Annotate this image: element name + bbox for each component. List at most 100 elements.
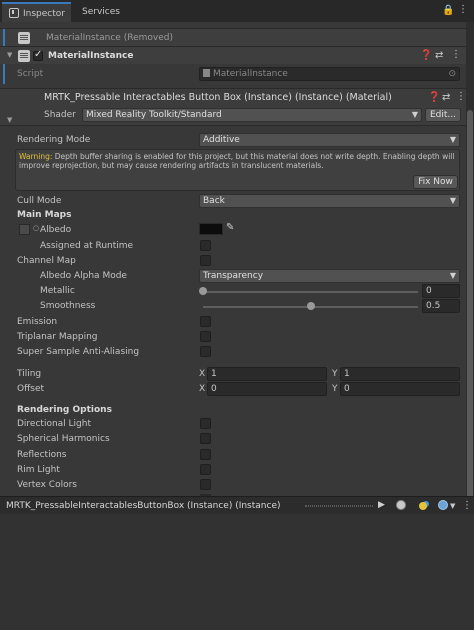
drag-handle[interactable] (305, 505, 373, 507)
spherical-harmonics-toggle[interactable] (200, 433, 211, 444)
chevron-down-icon: ▼ (411, 110, 418, 119)
kebab-menu-icon[interactable]: ⋮ (451, 50, 461, 60)
material-title: MRTK_Pressable Interactables Button Box … (44, 92, 392, 103)
chevron-down-icon[interactable]: ▼ (450, 500, 462, 512)
script-value: MaterialInstance (213, 69, 288, 79)
edit-shader-button[interactable]: Edit... (425, 108, 461, 122)
script-file-icon (203, 69, 210, 77)
metallic-slider-handle[interactable] (199, 287, 207, 295)
help-icon[interactable]: ❓ (428, 93, 440, 103)
rendering-mode-value: Additive (203, 135, 240, 145)
rendering-mode-dropdown[interactable]: Additive ▼ (199, 133, 460, 147)
tab-services[interactable]: Services (76, 2, 126, 22)
chevron-down-icon: ▼ (449, 196, 456, 205)
offset-x-field[interactable]: 0 (207, 382, 327, 396)
info-icon (8, 7, 19, 18)
foldout-arrow-icon[interactable]: ▼ (7, 116, 12, 124)
emission-toggle[interactable] (200, 316, 211, 327)
script-icon (18, 50, 30, 62)
tab-inspector[interactable]: Inspector (2, 2, 71, 22)
reflections-label: Reflections (17, 450, 67, 460)
main-maps-heading: Main Maps (17, 210, 72, 220)
checkmark-icon: ✓ (34, 49, 43, 60)
modified-indicator (3, 64, 5, 84)
preset-icon[interactable]: ⇄ (442, 93, 450, 103)
tab-inspector-label: Inspector (23, 9, 65, 19)
script-field[interactable]: MaterialInstance ⊙ (199, 67, 460, 81)
kebab-menu-icon[interactable]: ⋮ (458, 5, 468, 15)
reflections-toggle[interactable] (200, 449, 211, 460)
offset-label: Offset (17, 384, 45, 394)
kebab-menu-icon[interactable]: ⋮ (462, 500, 474, 512)
metallic-slider-track[interactable] (203, 291, 418, 293)
component-enabled-checkbox[interactable]: ✓ (33, 49, 43, 61)
assigned-at-runtime-label: Assigned at Runtime (40, 241, 134, 251)
ssaa-toggle[interactable] (200, 346, 211, 357)
smoothness-slider-handle[interactable] (306, 302, 315, 310)
rendering-mode-label: Rendering Mode (17, 135, 91, 145)
foldout-arrow-icon[interactable]: ▼ (7, 51, 12, 59)
vertical-scrollbar[interactable] (466, 22, 474, 516)
lock-icon[interactable]: 🔒 (442, 6, 454, 16)
tiling-x-label: X (199, 369, 206, 379)
removed-component-header[interactable]: MaterialInstance (Removed) (0, 28, 466, 46)
script-icon (18, 32, 30, 44)
modified-indicator (3, 29, 5, 46)
offset-y-field[interactable]: 0 (340, 382, 460, 396)
tab-services-label: Services (82, 7, 120, 17)
albedo-alpha-mode-dropdown[interactable]: Transparency ▼ (199, 269, 460, 283)
cull-mode-label: Cull Mode (17, 196, 62, 206)
metallic-label: Metallic (40, 286, 75, 296)
eyedropper-icon[interactable]: ✎ (226, 222, 234, 233)
triplanar-mapping-toggle[interactable] (200, 331, 211, 342)
channel-map-label: Channel Map (17, 256, 76, 266)
smoothness-label: Smoothness (40, 301, 96, 311)
assigned-at-runtime-toggle[interactable] (200, 240, 211, 251)
albedo-label: Albedo (40, 225, 72, 235)
smoothness-value-field[interactable]: 0.5 (422, 299, 460, 313)
material-preview-area (0, 514, 474, 630)
spherical-harmonics-label: Spherical Harmonics (17, 434, 110, 444)
scrollbar-thumb[interactable] (467, 110, 473, 516)
material-instance-title: MaterialInstance (48, 51, 134, 61)
offset-y-label: Y (332, 384, 338, 394)
object-picker-icon[interactable]: ○ (33, 224, 39, 232)
rendering-options-heading: Rendering Options (17, 405, 112, 415)
vertex-colors-label: Vertex Colors (17, 480, 77, 490)
lighting-icon[interactable] (417, 500, 429, 512)
preview-header[interactable]: MRTK_PressableInteractablesButtonBox (In… (0, 496, 474, 514)
shader-value: Mixed Reality Toolkit/Standard (86, 110, 222, 120)
material-header[interactable]: ▼ MRTK_Pressable Interactables Button Bo… (0, 88, 466, 126)
material-instance-header[interactable]: ▼ ✓ MaterialInstance ❓ ⇄ ⋮ (0, 46, 466, 64)
shader-dropdown[interactable]: Mixed Reality Toolkit/Standard ▼ (82, 108, 422, 122)
sphere-icon[interactable] (396, 500, 408, 512)
tiling-x-field[interactable]: 1 (207, 367, 327, 381)
shader-label: Shader (44, 110, 76, 120)
directional-light-label: Directional Light (17, 419, 91, 429)
tiling-label: Tiling (17, 369, 42, 379)
help-icon[interactable]: ❓ (420, 51, 432, 61)
albedo-color-swatch[interactable] (199, 223, 223, 235)
warning-text: Depth buffer sharing is enabled for this… (19, 152, 455, 170)
fix-now-button[interactable]: Fix Now (413, 175, 458, 189)
warning-text-block: Warning: Depth buffer sharing is enabled… (19, 152, 459, 170)
tiling-y-field[interactable]: 1 (340, 367, 460, 381)
warning-helpbox: Warning: Depth buffer sharing is enabled… (15, 149, 460, 191)
channel-map-toggle[interactable] (200, 255, 211, 266)
metallic-value-field[interactable]: 0 (422, 284, 460, 298)
cull-mode-dropdown[interactable]: Back ▼ (199, 194, 460, 208)
play-icon[interactable]: ▶ (378, 500, 390, 512)
chevron-down-icon: ▼ (449, 135, 456, 144)
albedo-alpha-mode-label: Albedo Alpha Mode (40, 271, 127, 281)
object-picker-icon[interactable]: ⊙ (448, 68, 456, 80)
preview-title: MRTK_PressableInteractablesButtonBox (In… (6, 501, 281, 511)
preset-icon[interactable]: ⇄ (435, 51, 443, 61)
preview-shape-icon[interactable] (438, 500, 450, 512)
rim-light-label: Rim Light (17, 465, 60, 475)
directional-light-toggle[interactable] (200, 418, 211, 429)
rim-light-toggle[interactable] (200, 464, 211, 475)
kebab-menu-icon[interactable]: ⋮ (456, 92, 466, 102)
albedo-texture-slot[interactable] (19, 224, 30, 235)
vertex-colors-toggle[interactable] (200, 479, 211, 490)
emission-label: Emission (17, 317, 58, 327)
